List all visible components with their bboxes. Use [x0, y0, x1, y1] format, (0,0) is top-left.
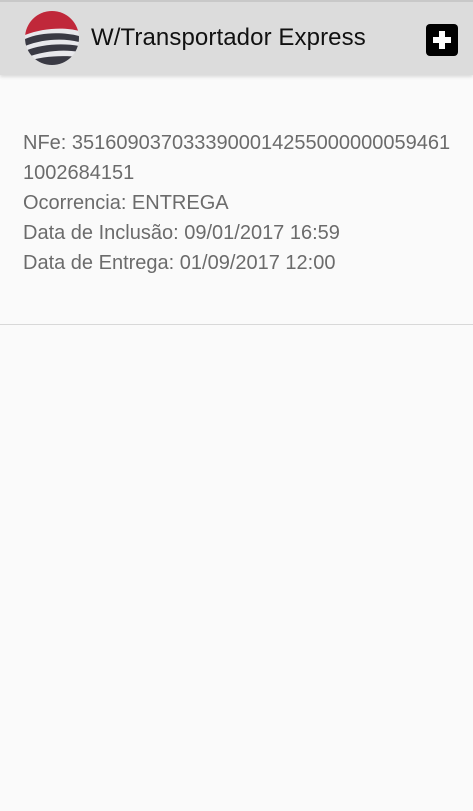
- data-entrega-text: Data de Entrega: 01/09/2017 12:00: [23, 252, 336, 274]
- app-bar: W/Transportador Express: [0, 0, 473, 75]
- add-button[interactable]: [426, 24, 458, 56]
- delivery-card[interactable]: NFe: 35160903703339000142550000000594611…: [0, 75, 473, 325]
- globe-logo-icon: [25, 11, 79, 65]
- nfe-number: NFe: 35160903703339000142550000000594611…: [23, 132, 451, 184]
- plus-icon-vertical: [439, 31, 445, 49]
- data-inclusao-text: Data de Inclusão: 09/01/2017 16:59: [23, 222, 340, 244]
- delivery-details: NFe: 35160903703339000142550000000594611…: [23, 128, 455, 278]
- app-title: W/Transportador Express: [91, 24, 366, 51]
- ocorrencia-text: Ocorrencia: ENTREGA: [23, 192, 229, 214]
